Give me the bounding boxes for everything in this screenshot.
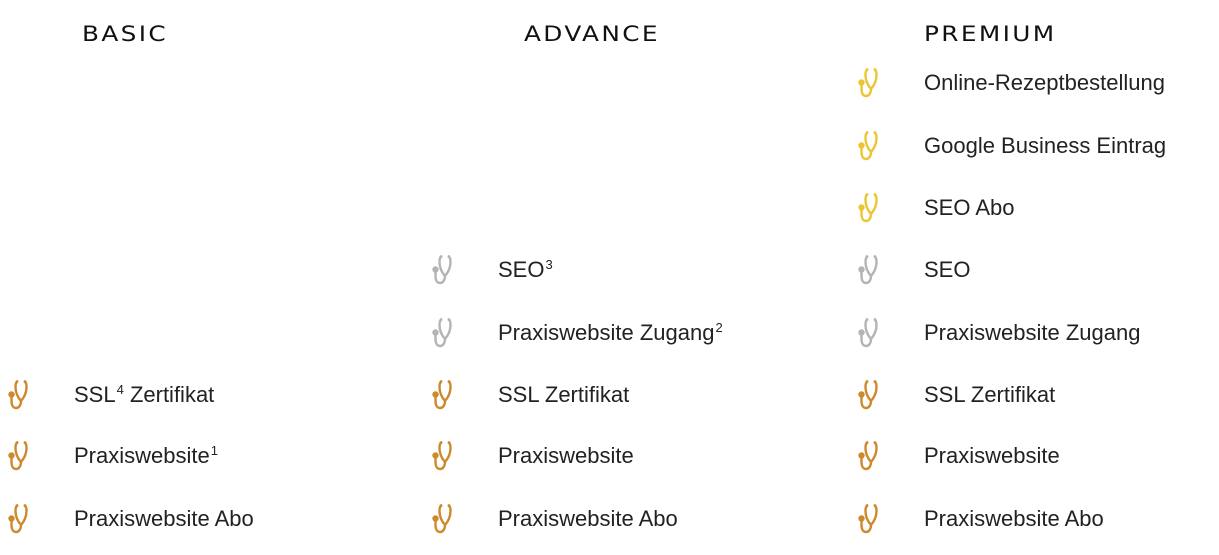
stethoscope-icon [858,502,884,536]
stethoscope-icon [858,253,884,287]
feature-item: Google Business Eintrag [858,126,1166,166]
stethoscope-icon [432,378,458,412]
feature-item: Praxiswebsite1 [8,436,218,476]
feature-label: Google Business Eintrag [924,133,1167,158]
stethoscope-icon [432,439,458,473]
feature-item: Praxiswebsite [432,436,634,476]
stethoscope-icon [858,191,884,225]
stethoscope-icon [858,66,884,100]
stethoscope-icon [432,316,458,350]
footnote-marker: 4 [116,381,124,397]
feature-item: Online-Rezeptbestellung [858,63,1165,103]
stethoscope-icon [858,378,884,412]
feature-label: Praxiswebsite1 [74,442,218,468]
feature-label: Online-Rezeptbestellung [924,70,1165,95]
feature-label: Praxiswebsite Abo [74,506,254,531]
feature-label: SEO [924,257,971,282]
stethoscope-icon [858,439,884,473]
feature-label: Praxiswebsite Abo [498,506,678,531]
feature-label: Praxiswebsite [924,443,1060,468]
feature-label: SSL Zertifikat [498,382,630,407]
stethoscope-icon [858,129,884,163]
stethoscope-icon [8,378,34,412]
feature-label: Praxiswebsite Zugang2 [498,319,723,345]
plan-heading: BASIC [82,22,169,46]
feature-item: Praxiswebsite [858,436,1060,476]
footnote-marker: 1 [210,442,218,458]
feature-label: Praxiswebsite Zugang [924,320,1141,345]
feature-label: SEO Abo [924,195,1015,220]
stethoscope-icon [432,502,458,536]
stethoscope-icon [858,316,884,350]
feature-item: SEO [858,250,970,290]
feature-item: Praxiswebsite Zugang [858,313,1140,353]
feature-item: Praxiswebsite Abo [432,499,678,539]
feature-item: SSL4 Zertifikat [8,375,214,415]
feature-item: SSL Zertifikat [432,375,629,415]
feature-item: Praxiswebsite Abo [8,499,254,539]
feature-label: Praxiswebsite Abo [924,506,1104,531]
stethoscope-icon [432,253,458,287]
stethoscope-icon [8,502,34,536]
plan-heading: ADVANCE [524,22,660,46]
feature-item: Praxiswebsite Abo [858,499,1104,539]
feature-item: SEO Abo [858,188,1015,228]
footnote-marker: 2 [715,319,723,335]
feature-item: Praxiswebsite Zugang2 [432,313,723,353]
feature-label: SSL4 Zertifikat [74,381,215,407]
feature-label: SEO3 [498,256,553,282]
footnote-marker: 3 [545,256,553,272]
feature-label: SSL Zertifikat [924,382,1056,407]
feature-item: SSL Zertifikat [858,375,1055,415]
stethoscope-icon [8,439,34,473]
feature-item: SEO3 [432,250,553,290]
feature-label: Praxiswebsite [498,443,634,468]
plan-heading: PREMIUM [924,22,1057,46]
